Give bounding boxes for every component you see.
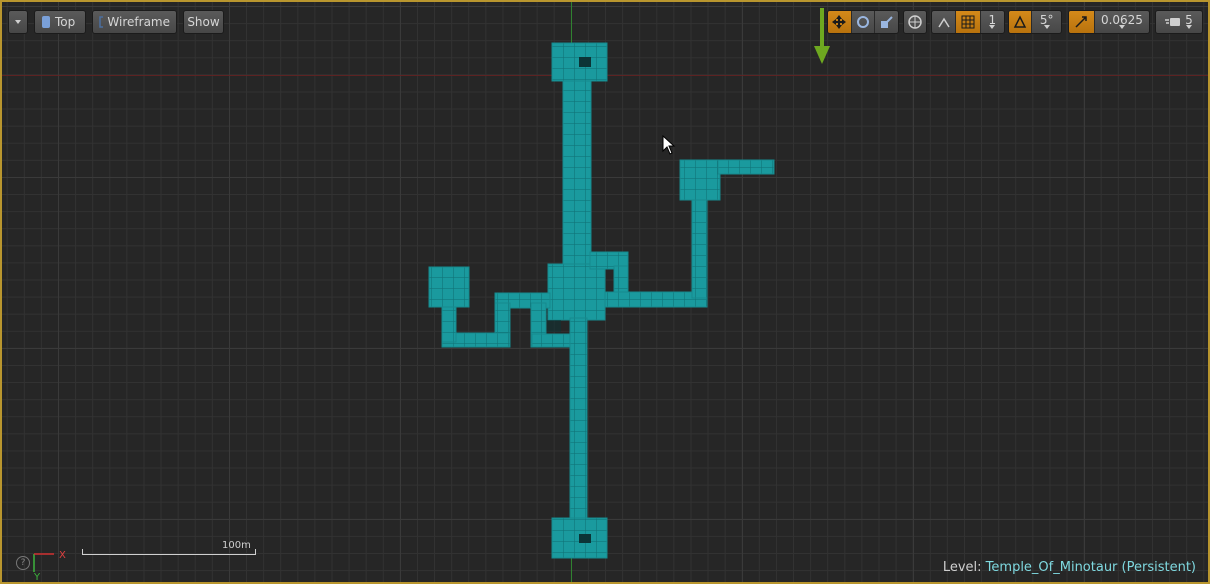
scale-icon — [880, 16, 893, 28]
axis-y-label: Y — [33, 572, 41, 580]
chevron-down-icon — [1118, 25, 1125, 29]
transform-mode-group — [827, 10, 899, 34]
northeast-corridor — [717, 159, 775, 175]
globe-icon — [908, 15, 922, 29]
chevron-down-icon — [1185, 25, 1192, 29]
rotate-icon — [857, 16, 869, 28]
west-room — [428, 266, 470, 308]
east-vertical-corridor — [691, 193, 708, 299]
axis-gizmo-icon: X Y — [33, 550, 66, 580]
scale-label: 100m — [222, 540, 251, 551]
camera-speed-value: 5 — [1185, 13, 1193, 27]
chevron-down-icon — [989, 25, 996, 29]
grid-snap-value-dropdown[interactable]: 1 — [981, 11, 1004, 33]
view-mode-button[interactable]: Top — [34, 10, 86, 34]
wireframe-icon — [99, 16, 104, 28]
grid-snap-toggle[interactable] — [956, 11, 981, 33]
show-flags-label: Show — [187, 15, 220, 29]
render-mode-label: Wireframe — [107, 15, 170, 29]
surface-snap-icon — [938, 17, 950, 28]
northeast-room — [679, 159, 721, 201]
camera-speed-dropdown[interactable]: 5 — [1156, 11, 1202, 33]
current-level-indicator: Level: Temple_Of_Minotaur (Persistent) — [943, 560, 1196, 575]
translate-tool-button[interactable] — [828, 11, 852, 33]
world-space-toggle[interactable] — [904, 11, 926, 33]
rotation-snap-toggle[interactable] — [1009, 11, 1033, 33]
chevron-down-icon — [15, 20, 21, 24]
rotation-snap-value: 5° — [1039, 13, 1054, 27]
angle-icon — [1013, 15, 1027, 28]
scale-snap-value: 0.0625 — [1100, 13, 1143, 27]
grid-icon — [961, 15, 975, 29]
coordinate-system-button[interactable] — [903, 10, 927, 34]
camera-view-icon — [42, 16, 50, 28]
axis-x-label: X — [59, 550, 66, 561]
rotate-tool-button[interactable] — [852, 11, 876, 33]
chevron-down-icon — [1043, 25, 1050, 29]
grid-snap-value: 1 — [988, 13, 997, 27]
scale-snap-icon — [1075, 16, 1088, 28]
surface-snap-button[interactable] — [932, 11, 957, 33]
scale-snap-group: 0.0625 — [1068, 10, 1150, 34]
show-flags-button[interactable]: Show — [183, 10, 224, 34]
north-corridor — [562, 80, 592, 272]
scale-snap-toggle[interactable] — [1069, 11, 1095, 33]
camera-speed-group: 5 — [1155, 10, 1203, 34]
camera-speed-icon — [1165, 18, 1181, 26]
move-icon — [832, 15, 847, 29]
level-prefix: Level: — [942, 560, 982, 575]
mouse-cursor-icon — [662, 135, 676, 155]
scale-snap-value-dropdown[interactable]: 0.0625 — [1095, 11, 1149, 33]
south-corridor — [569, 317, 588, 523]
central-hub — [547, 263, 606, 321]
rotation-snap-value-dropdown[interactable]: 5° — [1032, 11, 1061, 33]
viewport-options-button[interactable] — [8, 10, 28, 34]
level-viewport[interactable]: Top Wireframe Show 1 5° 0.0625 5 ? X Y 1… — [0, 0, 1210, 584]
south-actor-marker — [579, 534, 591, 543]
view-mode-label: Top — [55, 15, 76, 29]
west-vertical-c — [441, 301, 457, 343]
north-actor-marker — [579, 57, 591, 67]
rotation-snap-group: 5° — [1008, 10, 1062, 34]
hub-shadow — [547, 320, 561, 332]
level-name: Temple_Of_Minotaur (Persistent) — [985, 560, 1196, 575]
scale-tool-button[interactable] — [875, 11, 898, 33]
grid-snap-group: 1 — [931, 10, 1005, 34]
level-geometry[interactable] — [2, 2, 1210, 584]
west-lower-link — [531, 333, 573, 348]
render-mode-button[interactable]: Wireframe — [92, 10, 177, 34]
